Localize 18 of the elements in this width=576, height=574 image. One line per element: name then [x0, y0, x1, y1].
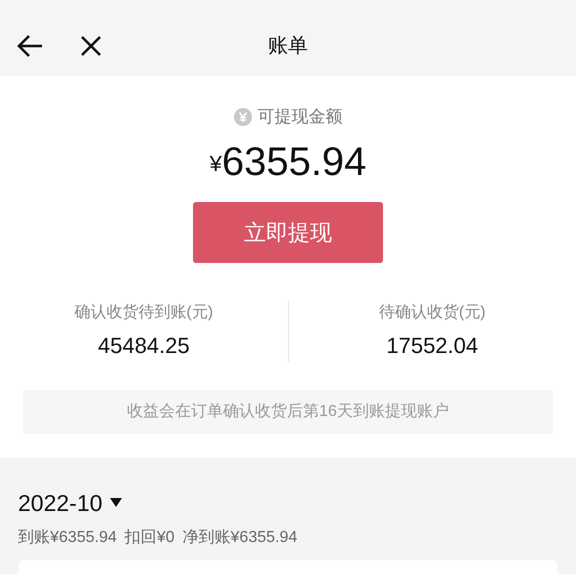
currency-symbol: ¥ [210, 150, 222, 178]
stat-label: 待确认收货(元) [378, 302, 486, 322]
balance-label: 可提现金额 [258, 106, 342, 128]
month-summary: 净到账¥6355.94 [182, 528, 298, 548]
month-summary: 扣回¥0 [124, 528, 175, 548]
stat-value: 17552.04 [386, 332, 478, 360]
stat-label: 确认收货待到账(元) [74, 302, 214, 322]
yuan-coin-icon [234, 108, 252, 126]
stat-value: 45484.25 [98, 332, 190, 360]
dropdown-icon[interactable] [110, 498, 122, 508]
balance-amount: 6355.94 [222, 138, 366, 186]
month-title[interactable]: 2022-10 [18, 486, 102, 520]
close-icon[interactable] [80, 35, 102, 57]
notice-banner: 收益会在订单确认收货后第16天到账提现账户 [23, 390, 553, 434]
page-title: 账单 [268, 34, 308, 59]
month-summary: 到账¥6355.94 [18, 528, 117, 548]
back-icon[interactable] [16, 34, 44, 58]
withdraw-button[interactable]: 立即提现 [193, 202, 383, 262]
